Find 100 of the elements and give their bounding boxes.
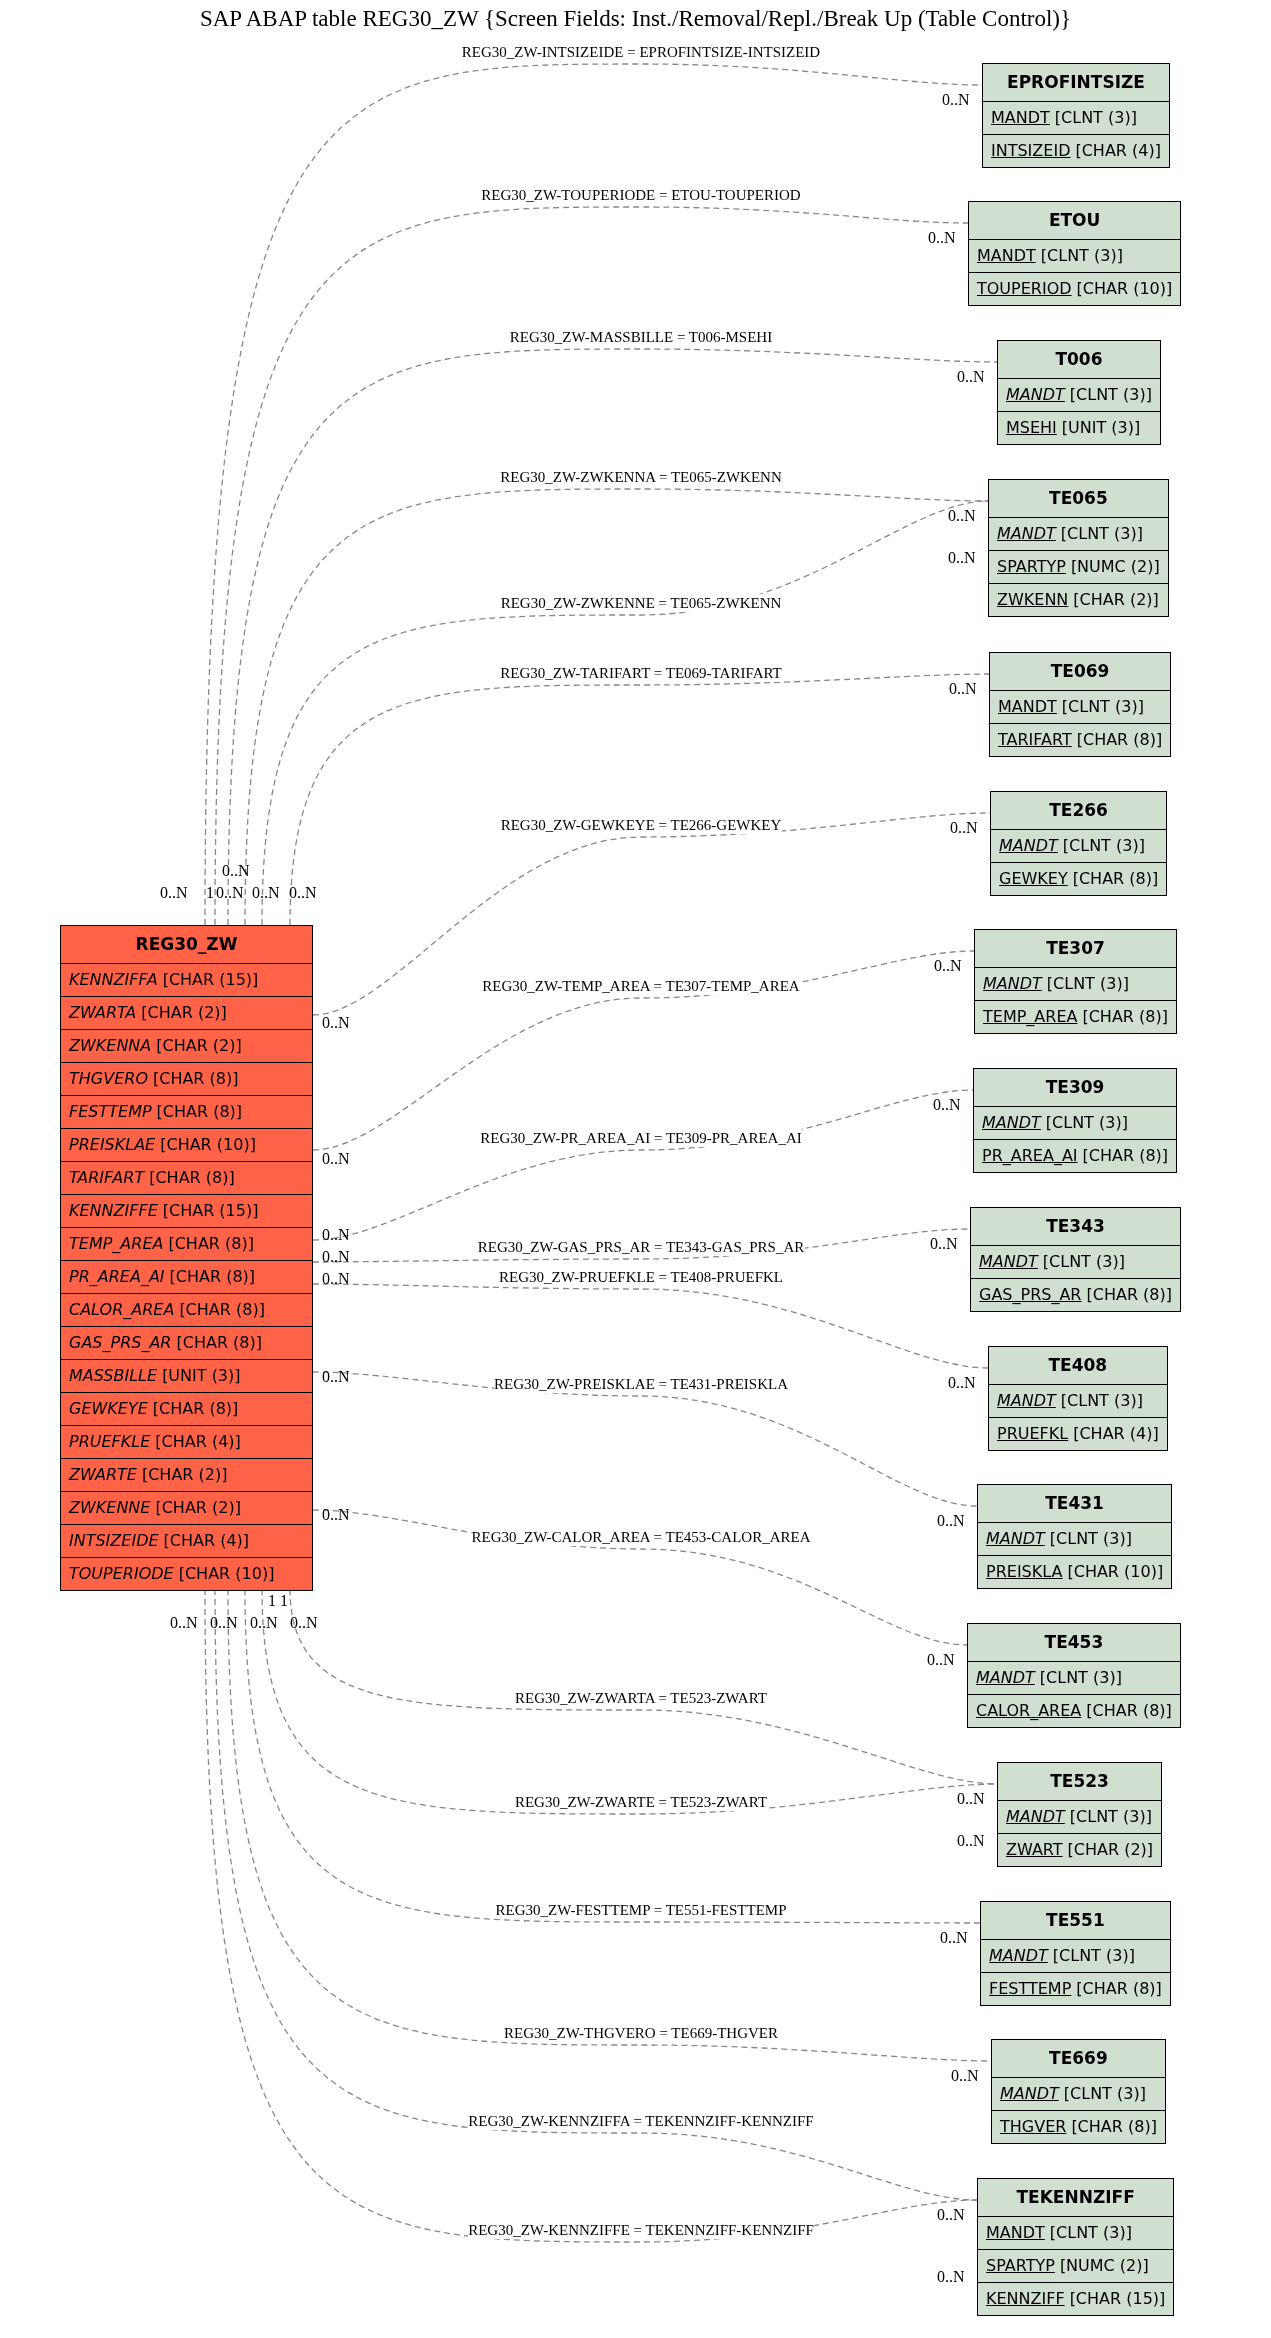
field-type: [CHAR (8)] [1072,868,1159,890]
field-name: PR_AREA_AI [69,1266,165,1288]
field-type: [CLNT (3)] [1046,973,1129,995]
table-header: TE065 [1048,486,1109,510]
field-name: SPARTYP [997,556,1066,578]
table-header: T006 [1054,347,1104,371]
cardinality-label: 0..N [937,2268,965,2286]
field-type: [CHAR (2)] [1073,589,1159,611]
field-name: GEWKEY [999,868,1068,890]
field-type: [CHAR (8)] [1082,1145,1169,1167]
field-type: [NUMC (2)] [1070,556,1160,578]
field-name: MANDT [1006,1806,1065,1828]
field-name: FESTTEMP [989,1978,1072,2000]
field-name: TARIFART [69,1167,145,1189]
field-name: MANDT [977,245,1036,267]
cardinality-label: 0..N [949,680,977,698]
field-type: [CHAR (2)] [155,1497,241,1519]
field-name: ZWARTE [69,1464,137,1486]
table-header: TE431 [1044,1491,1105,1515]
cardinality-label: 0..N [322,1150,350,1168]
field-name: PREISKLA [986,1561,1063,1583]
field-name: MSEHI [1006,417,1057,439]
cardinality-label: 0..N [322,1270,350,1288]
field-name: MANDT [986,2222,1045,2244]
table-header: TE307 [1045,936,1106,960]
field-type: [CLNT (3)] [1040,245,1123,267]
field-type: [CHAR (15)] [162,969,259,991]
table-header: TE523 [1049,1769,1110,1793]
field-name: ZWARTA [69,1002,137,1024]
field-type: [CHAR (4)] [1073,1423,1159,1445]
field-name: MANDT [1000,2083,1059,2105]
field-type: [CHAR (2)] [1067,1839,1154,1861]
field-name: GEWKEYE [69,1398,148,1420]
cardinality-label: 0..N [216,884,244,902]
field-type: [CHAR (8)] [1076,729,1163,751]
field-type: [CHAR (8)] [1076,1978,1162,2000]
field-name: PRUEFKLE [69,1431,151,1453]
field-name: CALOR_AREA [976,1700,1082,1722]
table-header: TE343 [1045,1214,1106,1238]
table-header: ETOU [1047,208,1102,232]
field-name: FESTTEMP [69,1101,152,1123]
field-name: KENNZIFF [986,2288,1065,2310]
field-type: [CLNT (3)] [1049,2222,1132,2244]
field-type: [CHAR (10)] [178,1563,275,1585]
cardinality-label: 0..N [322,1248,350,1266]
field-type: [CHAR (8)] [152,1398,239,1420]
field-type: [CHAR (8)] [1086,1700,1172,1722]
field-name: TOUPERIODE [69,1563,174,1585]
field-name: MANDT [991,107,1050,129]
field-type: [UNIT (3)] [1061,417,1141,439]
field-type: [CLNT (3)] [1060,1390,1143,1412]
field-name: KENNZIFFA [69,969,158,991]
field-type: [CHAR (8)] [152,1068,239,1090]
field-type: [CHAR (8)] [1086,1284,1172,1306]
field-name: MANDT [1006,384,1065,406]
field-type: [CLNT (3)] [1069,384,1152,406]
field-type: [CLNT (3)] [1039,1667,1122,1689]
field-name: PREISKLAE [69,1134,156,1156]
cardinality-label: 0..N [948,1374,976,1392]
diagram-title: SAP ABAP table REG30_ZW {Screen Fields: Inst./Removal/Repl./Break Up (Table Control)} [198,5,1073,33]
field-name: CALOR_AREA [69,1299,175,1321]
table-header: REG30_ZW [134,932,239,956]
field-name: MANDT [999,835,1058,857]
field-type: [CHAR (8)] [149,1167,235,1189]
field-type: [CHAR (4)] [163,1530,250,1552]
field-type: [CLNT (3)] [1060,523,1143,545]
field-name: MANDT [982,1112,1041,1134]
cardinality-label: 0..N [951,2067,979,2085]
cardinality-label: 0..N [222,862,250,880]
field-name: TARIFART [998,729,1072,751]
relation-label: REG30_ZW-PR_AREA_AI = TE309-PR_AREA_AI [480,1129,802,1147]
field-name: MANDT [976,1667,1035,1689]
cardinality-label: 0..N [957,1790,985,1808]
cardinality-label: 1 [280,1592,288,1610]
cardinality-label: 0..N [937,1512,965,1530]
cardinality-label: 0..N [937,2206,965,2224]
table-header: TEKENNZIFF [1015,2185,1136,2209]
field-name: MANDT [998,696,1057,718]
field-type: [CHAR (4)] [155,1431,241,1453]
field-name: MANDT [983,973,1042,995]
field-name: THGVERO [69,1068,148,1090]
field-name: TEMP_AREA [983,1006,1078,1028]
field-type: [CLNT (3)] [1042,1251,1125,1273]
field-name: MASSBILLE [69,1365,158,1387]
table-header: TE309 [1044,1075,1106,1099]
table-header: EPROFINTSIZE [1006,70,1146,94]
relation-label: REG30_ZW-ZWKENNE = TE065-ZWKENN [500,594,782,612]
field-name: MANDT [997,1390,1056,1412]
cardinality-label: 0..N [942,91,970,109]
field-name: PR_AREA_AI [982,1145,1078,1167]
field-name: MANDT [989,1945,1048,1967]
field-name: KENNZIFFE [69,1200,158,1222]
cardinality-label: 0..N [289,884,317,902]
cardinality-label: 0..N [250,1614,278,1632]
cardinality-label: 0..N [948,549,976,567]
field-name: MANDT [979,1251,1038,1273]
field-name: ZWKENN [997,589,1069,611]
cardinality-label: 0..N [322,1506,350,1524]
field-name: ZWKENNA [69,1035,152,1057]
cardinality-label: 0..N [940,1929,968,1947]
